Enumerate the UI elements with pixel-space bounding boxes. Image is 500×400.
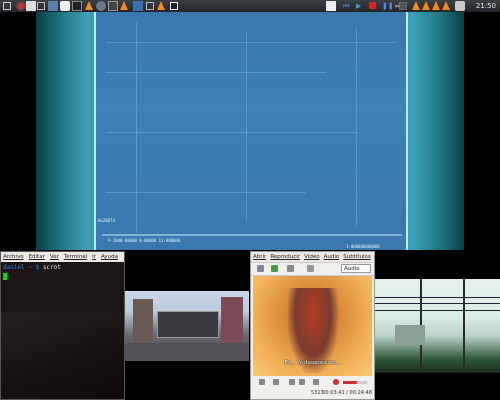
- window-icon[interactable]: [72, 1, 82, 11]
- vlc-icon[interactable]: [412, 1, 420, 10]
- screen-icon[interactable]: [170, 2, 178, 10]
- vlc-icon[interactable]: [85, 1, 93, 10]
- video-screen: Bo28874 9-2000-00000 0-00000 11-000000 1…: [94, 12, 408, 250]
- terminal-icon[interactable]: [48, 1, 58, 11]
- vlc-icon[interactable]: [442, 1, 450, 10]
- play-icon[interactable]: ▶: [356, 1, 366, 11]
- hud-label-bottom: 9-2000-00000 0-00000 11-000000: [108, 238, 181, 243]
- menu-ayuda[interactable]: Ayuda: [101, 252, 118, 262]
- clock[interactable]: 21:50: [476, 0, 496, 12]
- pause-icon[interactable]: ❚❚: [382, 1, 394, 11]
- terminal-background: [1, 312, 124, 399]
- menu-ver[interactable]: Ver: [50, 252, 59, 262]
- menu-subtitulos[interactable]: Subtítulos: [343, 252, 371, 262]
- browser-icon[interactable]: [26, 1, 36, 11]
- terminal-window[interactable]: Archivo Editar Ver Terminal Ir Ayuda dan…: [0, 251, 125, 400]
- play-pause-icon[interactable]: [259, 379, 265, 385]
- gimp-icon[interactable]: [16, 1, 26, 11]
- forward-icon[interactable]: [299, 379, 305, 385]
- volume-slider[interactable]: [343, 381, 367, 384]
- open-icon[interactable]: [257, 265, 264, 272]
- prompt-symbol: $: [35, 264, 40, 271]
- city-video-window[interactable]: [125, 251, 249, 400]
- blue-app-icon[interactable]: [133, 1, 143, 11]
- gear-icon[interactable]: [96, 1, 106, 11]
- player-menubar: Abrir Reproducir Vídeo Audio Subtítulos: [251, 252, 374, 262]
- terminal-menubar: Archivo Editar Ver Terminal Ir Ayuda: [1, 252, 124, 262]
- prompt-path: ~: [28, 264, 32, 271]
- menu-ir[interactable]: Ir: [92, 252, 96, 262]
- settings-icon[interactable]: [287, 265, 294, 272]
- terminal-body[interactable]: daniel ~ $ scrot: [1, 262, 124, 282]
- mute-icon[interactable]: [333, 379, 339, 385]
- fullscreen-toggle-icon[interactable]: [313, 379, 319, 385]
- player-status: 5313 00:03:41 / 00:24:48: [253, 389, 372, 398]
- hud-label-right: 1-000000000000: [346, 244, 380, 249]
- terminal-command: scrot: [42, 264, 61, 271]
- clipboard-icon[interactable]: [326, 1, 336, 11]
- time-display: 00:03:41 / 00:24:48: [322, 390, 372, 396]
- dark-app-icon[interactable]: [108, 1, 118, 11]
- menu-reproducir[interactable]: Reproducir: [270, 252, 300, 262]
- vlc-icon[interactable]: [120, 1, 128, 10]
- volume-icon[interactable]: [455, 1, 465, 11]
- previous-icon[interactable]: ⏮: [343, 1, 353, 11]
- network-icon[interactable]: [399, 2, 407, 10]
- city-scene: [125, 291, 249, 361]
- player-video[interactable]: Ea... Yo desaparezco...: [253, 276, 372, 376]
- main-video-window[interactable]: Bo28874 9-2000-00000 0-00000 11-000000 1…: [0, 12, 500, 250]
- terminal-cursor: [3, 273, 7, 280]
- stop-icon[interactable]: [273, 379, 279, 385]
- video-frame: Bo28874 9-2000-00000 0-00000 11-000000 1…: [36, 12, 464, 250]
- window-icon[interactable]: [146, 2, 154, 10]
- menu-abrir[interactable]: Abrir: [253, 252, 266, 262]
- menu-video[interactable]: Vídeo: [304, 252, 320, 262]
- player-controls: [253, 378, 372, 387]
- prompt-user: daniel: [3, 264, 25, 271]
- menu-archivo[interactable]: Archivo: [3, 252, 24, 262]
- file-manager-icon[interactable]: [37, 2, 45, 10]
- vlc-icon[interactable]: [432, 1, 440, 10]
- home-folder-icon[interactable]: [3, 2, 11, 10]
- menu-terminal[interactable]: Terminal: [64, 252, 87, 262]
- player-toolbar: Audio: [251, 262, 374, 276]
- hud-label-left: Bo28874: [98, 218, 115, 223]
- menu-audio[interactable]: Audio: [324, 252, 340, 262]
- fullscreen-icon[interactable]: [307, 265, 314, 272]
- subtitle-text: Ea... Yo desaparezco...: [284, 360, 341, 366]
- media-player-window[interactable]: Abrir Reproducir Vídeo Audio Subtítulos …: [250, 251, 375, 400]
- note-icon[interactable]: [60, 1, 70, 11]
- menu-editar[interactable]: Editar: [29, 252, 45, 262]
- stop-icon[interactable]: [369, 2, 376, 9]
- power-lines-scene: [375, 279, 500, 373]
- power-lines-video-window[interactable]: [375, 251, 500, 400]
- vlc-icon[interactable]: [157, 1, 165, 10]
- vlc-icon[interactable]: [422, 1, 430, 10]
- play-icon[interactable]: [271, 265, 278, 272]
- rewind-icon[interactable]: [289, 379, 295, 385]
- audio-select[interactable]: Audio: [341, 264, 371, 273]
